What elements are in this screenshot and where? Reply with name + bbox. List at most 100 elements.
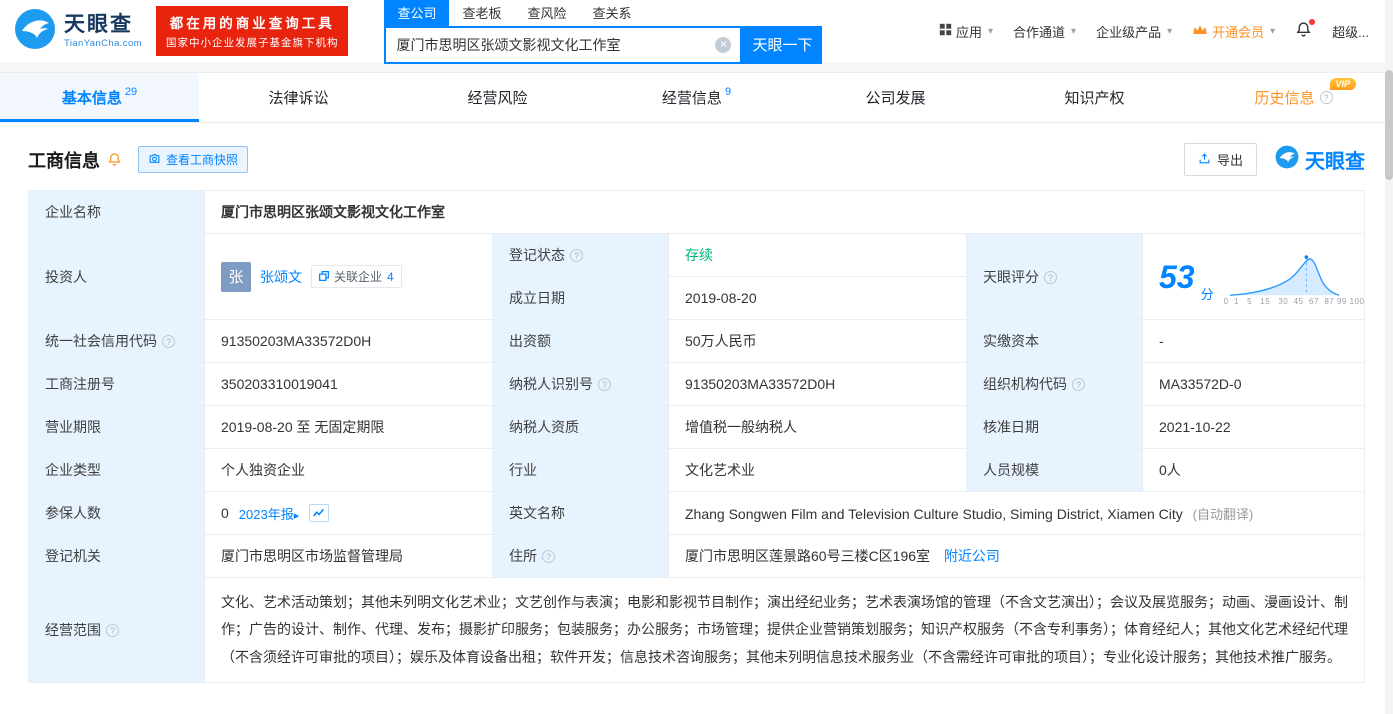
related-companies-icon [319, 270, 329, 284]
table-row: 参保人数 0 2023年报▸ 英文名称 Zhang Songwen Film a… [28, 491, 1365, 535]
field-label: 工商注册号 [28, 362, 205, 406]
field-label: 住所 [492, 534, 669, 578]
tab-legal[interactable]: 法律诉讼 [199, 73, 398, 122]
grid-icon [939, 23, 952, 39]
score-unit: 分 [1200, 286, 1214, 302]
taxpayer-id: 91350203MA33572D0H [668, 362, 967, 406]
tab-company-development[interactable]: 公司发展 [796, 73, 995, 122]
info-icon[interactable] [542, 550, 555, 563]
snapshot-button[interactable]: 查看工商快照 [138, 146, 249, 173]
search-tab-boss[interactable]: 查老板 [449, 0, 514, 26]
search-tab-relation[interactable]: 查关系 [580, 0, 645, 26]
tab-basic-info[interactable]: 基本信息 29 [0, 73, 199, 122]
menu-partner[interactable]: 合作通道 [1013, 22, 1076, 41]
search-area: 查公司 查老板 查风险 查关系 天眼一下 [384, 0, 823, 64]
monitor-bell-icon[interactable] [107, 152, 122, 167]
export-button-label: 导出 [1216, 153, 1243, 168]
main-content: 工商信息 查看工商快照 导出 天眼查 企业名称 厦门市思明区张颂文影视文化工作室… [0, 143, 1393, 683]
staff-size: 0人 [1142, 448, 1365, 492]
menu-upgrade-vip[interactable]: 开通会员 [1192, 22, 1275, 41]
field-label: 纳税人资质 [492, 405, 669, 449]
investor-cell: 张 张颂文 关联企业 4 [204, 233, 493, 320]
field-label: 人员规模 [966, 448, 1143, 492]
auto-translate-tag: (自动翻译) [1192, 506, 1254, 522]
info-icon[interactable] [1319, 91, 1333, 104]
tianyancha-bird-icon [14, 8, 56, 55]
tab-operating-info[interactable]: 经营信息 9 [597, 73, 796, 122]
business-info-table: 企业名称 厦门市思明区张颂文影视文化工作室 投资人 张 张颂文 关联企业 4 登… [28, 190, 1365, 683]
tab-label: 经营信息 [661, 90, 722, 107]
scrollbar-track[interactable] [1385, 0, 1393, 714]
camera-icon [148, 152, 161, 168]
scrollbar-thumb[interactable] [1385, 70, 1393, 180]
investor-name-link[interactable]: 张颂文 [260, 267, 302, 287]
promo-banner: 都在用的商业查询工具 国家中小企业发展子基金旗下机构 [155, 6, 349, 56]
field-label: 企业类型 [28, 448, 205, 492]
field-label: 投资人 [28, 233, 205, 320]
logo-subtitle: TianYanCha.com [64, 37, 142, 49]
field-label: 天眼评分 [966, 233, 1143, 320]
business-scope-cell: 文化、艺术活动策划；其他未列明文化艺术业；文艺创作与表演；电影和影视节目制作；演… [204, 577, 1365, 683]
search-tab-risk[interactable]: 查风险 [514, 0, 579, 26]
tab-operating-risk[interactable]: 经营风险 [398, 73, 597, 122]
search-button[interactable]: 天眼一下 [742, 25, 823, 64]
score-distribution-chart: 0 1 5 15 30 45 67 87 99 100 [1224, 248, 1365, 306]
taxpayer-quality: 增值税一般纳税人 [668, 405, 967, 449]
table-row: 登记机关 厦门市思明区市场监督管理局 住所 厦门市思明区莲景路60号三楼C区19… [28, 534, 1365, 578]
notification-dot [1309, 19, 1316, 25]
table-row: 统一社会信用代码 91350203MA33572D0H 出资额 50万人民币 实… [28, 319, 1365, 363]
info-icon[interactable] [570, 249, 583, 262]
table-row: 经营范围 文化、艺术活动策划；其他未列明文化艺术业；文艺创作与表演；电影和影视节… [28, 577, 1365, 683]
search-input[interactable] [386, 36, 741, 53]
tab-label: 知识产权 [1064, 90, 1125, 107]
search-tab-company[interactable]: 查公司 [384, 0, 450, 26]
score-cell: 53 分 0 1 5 15 30 45 67 87 99 100 [1142, 233, 1365, 320]
field-label-text: 天眼评分 [983, 268, 1039, 285]
brand-watermark: 天眼查 [1275, 145, 1365, 175]
menu-super-vip[interactable]: 超级... [1332, 22, 1369, 41]
info-icon[interactable] [1044, 270, 1057, 284]
notifications-bell-icon[interactable] [1295, 19, 1316, 41]
trend-chart-icon[interactable] [309, 504, 330, 522]
insured-count-cell: 0 2023年报▸ [204, 491, 493, 535]
field-label: 组织机构代码 [966, 362, 1143, 406]
menu-apps[interactable]: 应用 [939, 22, 993, 41]
info-icon[interactable] [106, 623, 119, 637]
site-logo[interactable]: 天眼查 TianYanCha.com [14, 8, 142, 55]
registration-number: 350203310019041 [204, 362, 493, 406]
score-axis-labels: 0 1 5 15 30 45 67 87 99 100 [1223, 296, 1365, 306]
business-scope: 文化、艺术活动策划；其他未列明文化艺术业；文艺创作与表演；电影和影视节目制作；演… [221, 594, 1348, 665]
field-label: 出资额 [492, 319, 669, 363]
field-label: 营业期限 [28, 405, 205, 449]
tab-label: 经营风险 [467, 90, 528, 107]
menu-super-label: 超级... [1332, 24, 1369, 40]
info-icon[interactable] [598, 378, 611, 391]
tab-label: 基本信息 [61, 90, 122, 107]
tab-history-info[interactable]: 历史信息 VIP [1194, 73, 1393, 122]
paid-in-capital: - [1142, 319, 1365, 363]
table-row: 企业名称 厦门市思明区张颂文影视文化工作室 [28, 190, 1365, 234]
top-header: 天眼查 TianYanCha.com 都在用的商业查询工具 国家中小企业发展子基… [0, 0, 1393, 64]
field-label-text: 住所 [509, 548, 537, 564]
promo-line1: 都在用的商业查询工具 [169, 16, 335, 31]
menu-enterprise[interactable]: 企业级产品 [1096, 22, 1172, 41]
field-label: 参保人数 [28, 491, 205, 535]
table-row: 投资人 张 张颂文 关联企业 4 登记状态? 存续 天眼评分? 53 分 0 1… [28, 233, 1365, 320]
tab-intellectual-property[interactable]: 知识产权 [995, 73, 1194, 122]
tab-count: 29 [124, 85, 138, 98]
info-icon[interactable] [162, 335, 175, 348]
tianyancha-bird-icon [1275, 145, 1299, 175]
arrow-right-icon: ▸ [293, 509, 300, 522]
related-companies-badge[interactable]: 关联企业 4 [311, 265, 402, 288]
menu-vip-label: 开通会员 [1212, 24, 1265, 40]
annual-report-link[interactable]: 2023年报▸ [239, 504, 299, 523]
clear-search-icon[interactable] [715, 36, 732, 53]
field-label: 成立日期 [492, 276, 669, 320]
info-icon[interactable] [1072, 378, 1085, 391]
promo-line2: 国家中小企业发展子基金旗下机构 [165, 37, 339, 49]
investor-avatar[interactable]: 张 [221, 261, 251, 292]
nearby-companies-link[interactable]: 附近公司 [944, 548, 1000, 564]
export-button[interactable]: 导出 [1183, 143, 1257, 176]
field-label: 核准日期 [966, 405, 1143, 449]
menu-enterprise-label: 企业级产品 [1096, 24, 1162, 40]
